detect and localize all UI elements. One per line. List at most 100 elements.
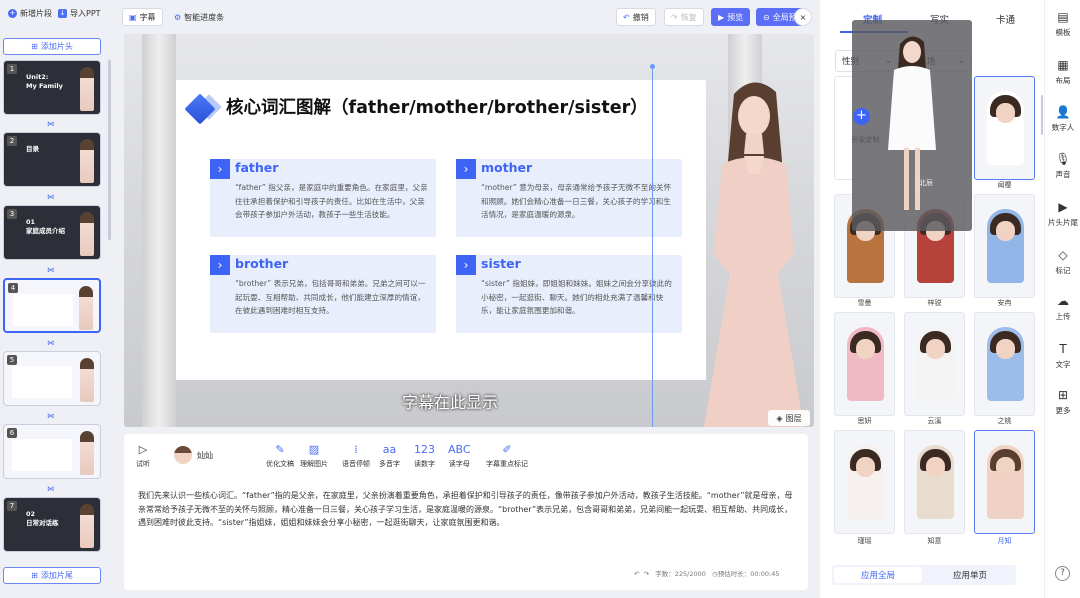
nav-layout[interactable]: ▦ 布局 bbox=[1045, 58, 1080, 86]
import-ppt-button[interactable]: ↓ 导入PPT bbox=[58, 8, 101, 19]
voice-avatar bbox=[174, 446, 192, 464]
thumb-subtitle: My Family bbox=[26, 82, 63, 90]
help-icon[interactable]: ? bbox=[1055, 566, 1070, 581]
alignment-guide bbox=[652, 66, 653, 427]
slide-thumbnail[interactable]: 2 目录 bbox=[3, 132, 101, 187]
avatar-figure bbox=[80, 431, 94, 475]
canvas-stage[interactable]: 核心词汇图解（father/mother/brother/sister） › f… bbox=[124, 34, 814, 427]
thumb-subtitle: 日常对话练 bbox=[26, 519, 59, 527]
optimize-script-button[interactable]: ✎ 优化文稿 bbox=[266, 444, 294, 469]
thumb-title: 01 bbox=[26, 218, 36, 226]
transition-icon[interactable]: ⋈ bbox=[47, 413, 57, 420]
add-icon: ⊞ bbox=[31, 42, 38, 51]
apply-all-button[interactable]: 应用全局 bbox=[834, 567, 922, 583]
avatar-card[interactable] bbox=[834, 312, 895, 416]
redo-icon: ↷ bbox=[671, 12, 678, 22]
nav-digital-human[interactable]: 👤 数字人 bbox=[1045, 105, 1080, 133]
voice-pause-button[interactable]: ⁞ 语音停顿 bbox=[342, 444, 370, 469]
word-card-mother: › mother “mother” 意为母亲，母亲通常给予孩子无微不至的关怀和照… bbox=[456, 159, 682, 237]
subtitle-highlight-button[interactable]: ✐ 字幕重点标记 bbox=[486, 444, 528, 469]
close-button[interactable]: × bbox=[794, 8, 812, 26]
transition-icon[interactable]: ⋈ bbox=[47, 194, 57, 201]
tab-cartoon[interactable]: 卡通 bbox=[996, 12, 1015, 26]
avatar-figure bbox=[80, 67, 94, 111]
slide-thumbnail[interactable]: 3 01 家庭成员介绍 bbox=[3, 205, 101, 260]
script-textarea[interactable]: 我们先来认识一些核心词汇。“father”指的是父亲，在家庭里，父亲扮演着重要角… bbox=[138, 489, 798, 530]
undo-button[interactable]: ↶ 撤销 bbox=[616, 8, 656, 26]
selection-handle[interactable] bbox=[650, 64, 655, 69]
nav-text[interactable]: T 文字 bbox=[1045, 342, 1080, 370]
nav-mark[interactable]: ◇ 标记 bbox=[1045, 248, 1080, 276]
subtitle-placeholder[interactable]: 字幕在此显示 bbox=[402, 389, 498, 413]
slide-thumbnail-selected[interactable]: 4 bbox=[3, 278, 101, 333]
undo-icon[interactable]: ↶ bbox=[634, 570, 639, 578]
panel-scrollbar[interactable] bbox=[1041, 95, 1043, 135]
redo-icon[interactable]: ↷ bbox=[644, 570, 649, 578]
pause-icon: ⁞ bbox=[354, 443, 358, 456]
add-custom-avatar-icon[interactable]: + bbox=[853, 108, 870, 125]
text-icon: T bbox=[1059, 342, 1067, 356]
polyphone-button[interactable]: aa 多音字 bbox=[379, 444, 400, 469]
image-icon: ▨ bbox=[308, 443, 320, 456]
avatar-card[interactable] bbox=[904, 312, 965, 416]
arrow-right-icon: › bbox=[210, 159, 230, 179]
understand-image-button[interactable]: ▨ 理解图片 bbox=[300, 444, 328, 469]
read-letter-button[interactable]: ABC 读字母 bbox=[448, 444, 471, 469]
transition-icon[interactable]: ⋈ bbox=[47, 267, 57, 274]
transition-icon[interactable]: ⋈ bbox=[47, 340, 57, 347]
avatar-face bbox=[738, 96, 770, 136]
preview-button[interactable]: ▶ 预览 bbox=[711, 8, 751, 26]
slide-thumbnail[interactable]: 6 bbox=[3, 424, 101, 479]
nav-template[interactable]: ▤ 模板 bbox=[1045, 10, 1080, 38]
nav-more[interactable]: ⊞ 更多 bbox=[1045, 388, 1080, 416]
person-icon: 👤 bbox=[1055, 105, 1071, 119]
read-number-button[interactable]: 123 读数字 bbox=[414, 444, 435, 469]
background-pillar bbox=[142, 34, 176, 427]
avatar-figure bbox=[80, 504, 94, 548]
redo-button[interactable]: ↷ 恢复 bbox=[664, 8, 704, 26]
top-toolbar: ▣ 字幕 ⚙ 智能进度条 ↶ 撤销 ↷ 恢复 ▶ 预览 ⊝ 全局预 × bbox=[118, 4, 813, 30]
avatar-card[interactable] bbox=[974, 76, 1035, 180]
apply-page-button[interactable]: 应用单页 bbox=[926, 567, 1014, 583]
tag-icon: ◇ bbox=[1058, 248, 1068, 262]
new-segment-button[interactable]: + 新增片段 bbox=[8, 8, 52, 19]
nav-voice[interactable]: 🎙 声音 bbox=[1045, 152, 1080, 180]
add-intro-button[interactable]: ⊞ 添加片头 bbox=[3, 38, 101, 55]
transition-icon[interactable]: ⋈ bbox=[47, 486, 57, 493]
word-card-father: › father “father” 指父亲，是家庭中的重要角色。在家庭里，父亲往… bbox=[210, 159, 436, 237]
avatar-card[interactable] bbox=[974, 312, 1035, 416]
audition-button[interactable]: ▷ 试听 bbox=[136, 444, 150, 469]
word-card-brother: › brother “brother” 表示兄弟，包括哥哥和弟弟。兄弟之间可以一… bbox=[210, 255, 436, 333]
slide-content[interactable]: 核心词汇图解（father/mother/brother/sister） › f… bbox=[176, 80, 706, 380]
avatar-card-selected[interactable] bbox=[974, 430, 1035, 534]
letter-icon: ABC bbox=[448, 443, 471, 456]
play-icon: ▷ bbox=[138, 443, 148, 456]
thumb-card bbox=[13, 294, 73, 326]
slide-title: 核心词汇图解（father/mother/brother/sister） bbox=[226, 98, 648, 118]
voice-selector[interactable]: 灿灿 bbox=[174, 446, 213, 464]
nav-intro-outro[interactable]: ▶ 片头片尾 bbox=[1045, 200, 1080, 228]
smart-progress-button[interactable]: ⚙ 智能进度条 bbox=[168, 8, 230, 26]
avatar-card[interactable] bbox=[834, 430, 895, 534]
layers-button[interactable]: ◈ 图层 bbox=[768, 410, 810, 426]
thumb-title: 目录 bbox=[26, 145, 39, 153]
subtitle-button[interactable]: ▣ 字幕 bbox=[122, 8, 163, 26]
avatar-card[interactable] bbox=[904, 430, 965, 534]
slide-list-scrollbar[interactable] bbox=[108, 60, 111, 240]
slide-thumbnail[interactable]: 7 02 日常对话练 bbox=[3, 497, 101, 552]
avatar-neck bbox=[744, 134, 764, 154]
video-icon: ▶ bbox=[1058, 200, 1068, 214]
nav-upload[interactable]: ☁ 上传 bbox=[1045, 294, 1080, 322]
slide-thumbnail[interactable]: 5 bbox=[3, 351, 101, 406]
script-editor: ▷ 试听 灿灿 ✎ 优化文稿 ▨ 理解图片 ⁞ 语音停顿 aa 多音字 123 读数字 AB… bbox=[124, 434, 808, 590]
add-outro-button[interactable]: ⊞ 添加片尾 bbox=[3, 567, 101, 584]
add-icon: ⊞ bbox=[31, 571, 38, 580]
avatar-figure bbox=[80, 358, 94, 402]
transition-icon[interactable]: ⋈ bbox=[47, 121, 57, 128]
slide-thumbnail[interactable]: 1 Unit2: My Family bbox=[3, 60, 101, 115]
highlight-icon: ✐ bbox=[502, 443, 512, 456]
avatar-card[interactable] bbox=[974, 194, 1035, 298]
arrow-right-icon: › bbox=[210, 255, 230, 275]
digital-human-avatar[interactable] bbox=[694, 74, 814, 427]
number-icon: 123 bbox=[414, 443, 435, 456]
